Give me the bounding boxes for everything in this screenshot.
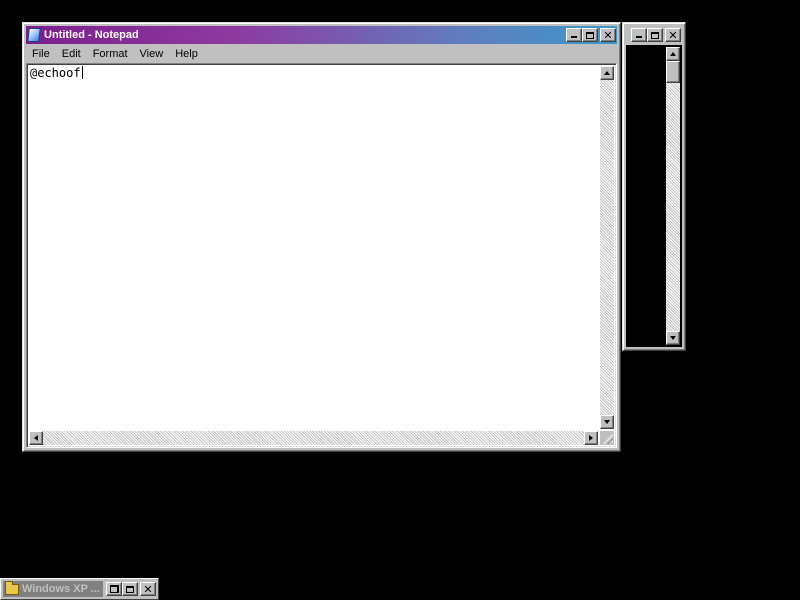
minimize-button[interactable]: [631, 28, 647, 42]
notepad-window[interactable]: Untitled - Notepad ✕ File Edit Format Vi…: [22, 22, 621, 452]
background-window-content: [626, 45, 682, 347]
text-editor[interactable]: @echoof: [26, 63, 617, 448]
menu-file[interactable]: File: [26, 48, 56, 60]
folder-icon: [5, 581, 19, 595]
maximize-icon: [651, 31, 659, 39]
vertical-scrollbar[interactable]: [600, 66, 614, 429]
size-grip[interactable]: [600, 431, 614, 445]
background-window[interactable]: ✕: [622, 22, 686, 351]
close-button[interactable]: ✕: [665, 28, 681, 42]
close-button[interactable]: ✕: [140, 582, 156, 596]
maximize-button[interactable]: [582, 28, 598, 42]
arrow-right-icon: [589, 435, 593, 441]
menu-format[interactable]: Format: [87, 48, 134, 60]
scroll-down-button[interactable]: [666, 331, 680, 345]
close-button[interactable]: ✕: [600, 28, 616, 42]
scroll-up-button[interactable]: [666, 47, 680, 61]
scroll-thumb[interactable]: [666, 61, 680, 83]
arrow-up-icon: [670, 52, 676, 56]
maximize-icon: [126, 585, 134, 593]
scroll-right-button[interactable]: [584, 431, 598, 445]
restore-button[interactable]: [106, 582, 122, 596]
minimize-icon: [636, 36, 642, 38]
menu-edit[interactable]: Edit: [56, 48, 87, 60]
scroll-down-button[interactable]: [600, 415, 614, 429]
horizontal-scrollbar[interactable]: [29, 431, 598, 445]
minimized-window-title: Windows XP ...: [22, 583, 100, 595]
editor-text[interactable]: @echoof: [30, 66, 83, 80]
close-icon: ✕: [668, 28, 678, 42]
maximize-icon: [586, 31, 594, 39]
restore-icon: [109, 585, 119, 593]
arrow-up-icon: [604, 71, 610, 75]
maximize-button[interactable]: [122, 582, 138, 596]
background-window-titlebar[interactable]: ✕: [626, 26, 682, 44]
arrow-down-icon: [670, 336, 676, 340]
editor-text-value: @echoof: [30, 66, 81, 80]
menu-bar: File Edit Format View Help: [26, 45, 617, 63]
arrow-left-icon: [34, 435, 38, 441]
minimized-window-title-bar[interactable]: Windows XP ...: [3, 581, 103, 597]
notepad-icon: [27, 28, 41, 42]
notepad-titlebar[interactable]: Untitled - Notepad ✕: [26, 26, 617, 44]
maximize-button[interactable]: [647, 28, 663, 42]
minimized-window[interactable]: Windows XP ... ✕: [0, 578, 159, 600]
menu-help[interactable]: Help: [169, 48, 204, 60]
arrow-down-icon: [604, 420, 610, 424]
menu-view[interactable]: View: [134, 48, 170, 60]
close-icon: ✕: [603, 28, 613, 42]
close-icon: ✕: [143, 582, 153, 596]
scroll-left-button[interactable]: [29, 431, 43, 445]
scroll-up-button[interactable]: [600, 66, 614, 80]
minimize-icon: [571, 36, 577, 38]
vertical-scrollbar[interactable]: [666, 47, 680, 345]
text-caret: [81, 66, 83, 79]
minimize-button[interactable]: [566, 28, 582, 42]
window-title: Untitled - Notepad: [44, 29, 139, 41]
